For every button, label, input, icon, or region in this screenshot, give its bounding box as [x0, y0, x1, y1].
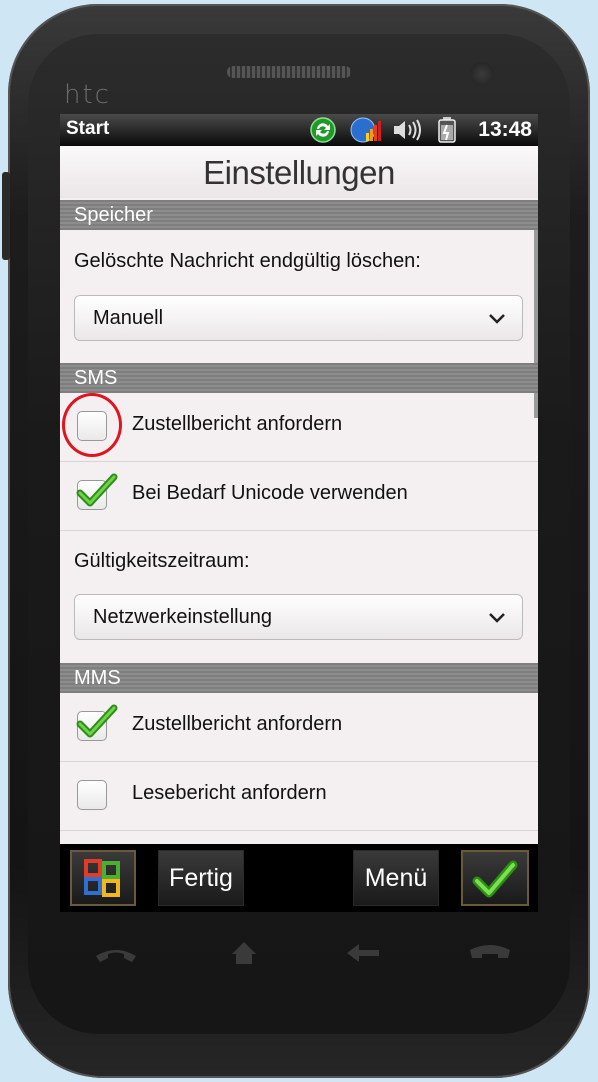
section-header-sms: SMS — [60, 363, 538, 393]
delete-mode-value: Manuell — [93, 307, 164, 329]
checkmark-icon — [76, 473, 118, 507]
sms-unicode-checkbox[interactable] — [76, 473, 118, 510]
home-icon[interactable] — [230, 940, 258, 966]
sms-unicode-label: Bei Bedarf Unicode verwenden — [132, 482, 408, 504]
checkmark-icon — [472, 860, 518, 898]
section-header-mms: MMS — [60, 663, 538, 693]
status-bar: Start 13:48 — [60, 114, 538, 146]
settings-list[interactable]: Speicher Gelöschte Nachricht endgültig l… — [60, 198, 538, 844]
bottom-bar: Fertig Menü — [60, 844, 538, 912]
checkmark-icon — [76, 704, 118, 738]
ok-button[interactable] — [461, 850, 529, 906]
mms-delivery-report-row[interactable]: Zustellbericht anfordern — [60, 693, 538, 762]
signal-icon[interactable] — [350, 117, 382, 143]
sms-unicode-row[interactable]: Bei Bedarf Unicode verwenden — [60, 462, 538, 531]
delete-setting-label: Gelöschte Nachricht endgültig löschen: — [74, 250, 421, 272]
validity-label: Gültigkeitszeitraum: — [74, 550, 250, 572]
screen: Start 13:48 Einstellungen Speicher Gelös… — [60, 114, 538, 912]
title-bar: Einstellungen — [60, 146, 538, 198]
start-menu-label[interactable]: Start — [66, 118, 109, 140]
earpiece-speaker — [227, 66, 351, 78]
done-button[interactable]: Fertig — [158, 850, 244, 906]
call-icon[interactable] — [92, 940, 140, 966]
validity-dropdown[interactable]: Netzwerkeinstellung — [74, 594, 523, 640]
battery-icon[interactable] — [436, 117, 458, 143]
volume-icon[interactable] — [392, 117, 424, 143]
side-button[interactable] — [2, 172, 10, 260]
page-title: Einstellungen — [203, 154, 395, 191]
validity-value: Netzwerkeinstellung — [93, 606, 272, 628]
windows-start-button[interactable] — [70, 850, 136, 906]
sync-icon[interactable] — [310, 117, 336, 143]
menu-button[interactable]: Menü — [353, 850, 439, 906]
sms-delivery-report-label: Zustellbericht anfordern — [132, 413, 343, 435]
brand-logo: htc — [64, 80, 111, 110]
delete-mode-dropdown[interactable]: Manuell — [74, 295, 523, 341]
chevron-down-icon — [489, 613, 505, 623]
windows-flag-icon — [84, 859, 120, 897]
front-camera — [470, 62, 494, 86]
sms-delivery-report-row[interactable]: Zustellbericht anfordern — [60, 393, 538, 462]
mms-read-report-checkbox[interactable] — [77, 780, 107, 810]
clock[interactable]: 13:48 — [478, 118, 532, 142]
chevron-down-icon — [489, 314, 505, 324]
end-call-icon[interactable] — [466, 940, 514, 966]
mms-read-report-label: Lesebericht anfordern — [132, 782, 327, 804]
back-arrow-icon[interactable] — [345, 940, 381, 966]
mms-delivery-report-label: Zustellbericht anfordern — [132, 713, 343, 735]
mms-read-report-row[interactable]: Lesebericht anfordern — [60, 762, 538, 831]
mms-delivery-report-checkbox[interactable] — [76, 704, 118, 741]
section-header-speicher: Speicher — [60, 200, 538, 230]
sms-delivery-report-checkbox[interactable] — [77, 411, 107, 441]
